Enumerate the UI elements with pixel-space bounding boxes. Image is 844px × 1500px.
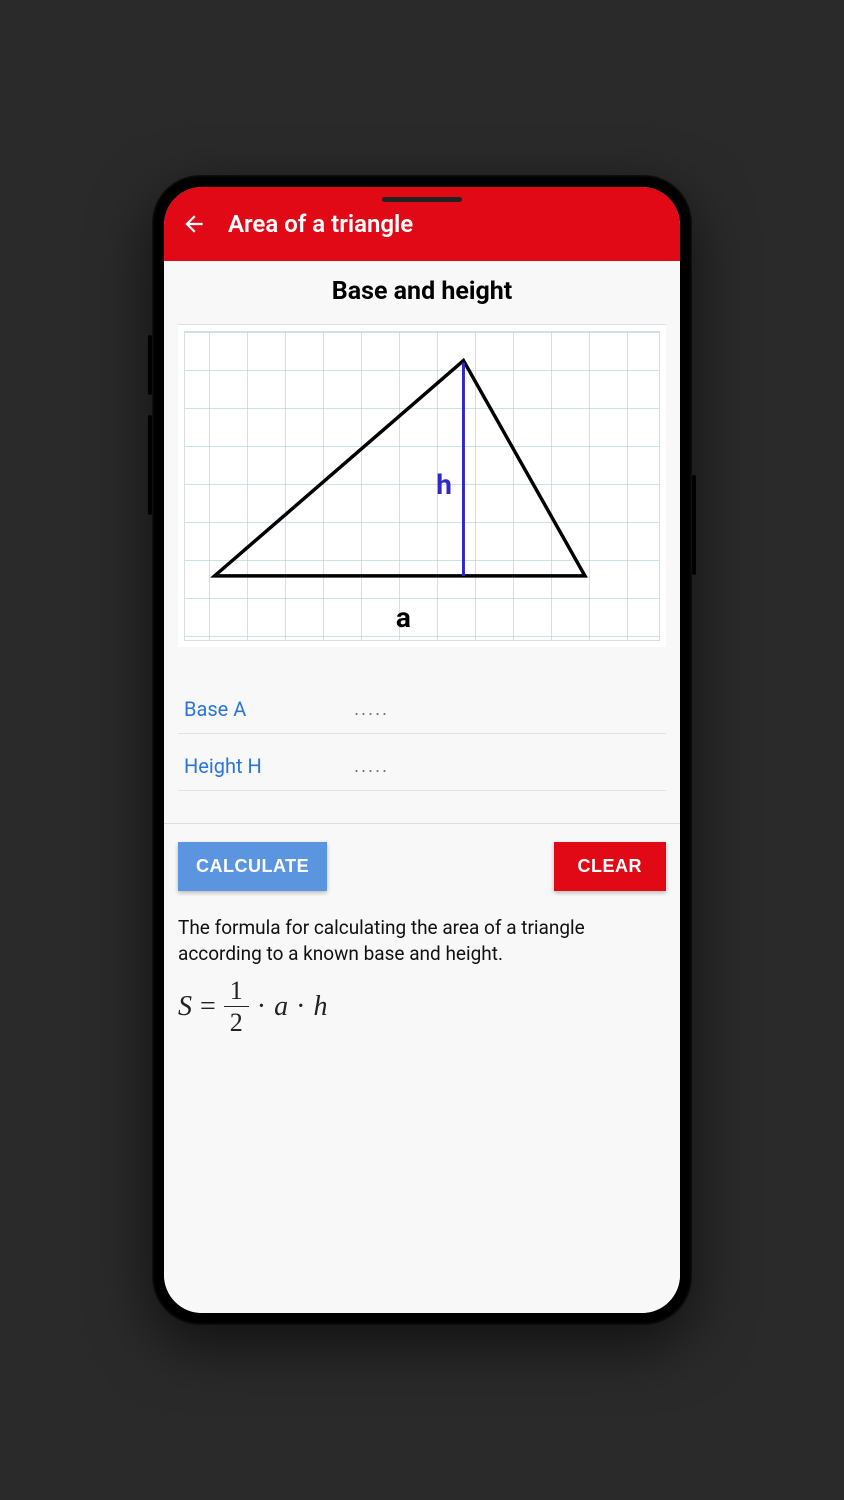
triangle-svg: [185, 332, 659, 640]
phone-speaker: [382, 197, 462, 202]
phone-frame: Area of a triangle Base and height h a B…: [152, 175, 692, 1325]
height-input[interactable]: [354, 756, 654, 777]
side-button: [148, 415, 152, 515]
back-button[interactable]: [178, 208, 210, 240]
formula-fraction: 1 2: [224, 978, 249, 1036]
action-buttons: CALCULATE CLEAR: [164, 824, 680, 905]
formula-description: The formula for calculating the area of …: [178, 915, 666, 966]
calculate-button[interactable]: CALCULATE: [178, 842, 327, 891]
base-label: Base A: [184, 697, 334, 721]
side-button: [148, 335, 152, 395]
back-arrow-icon: [181, 211, 207, 237]
height-label: Height H: [184, 754, 334, 778]
formula-display: S = 1 2 · a · h: [178, 978, 666, 1036]
input-row-base: Base A: [178, 677, 666, 734]
diagram-container: h a: [178, 324, 666, 647]
page-title: Area of a triangle: [228, 210, 413, 238]
formula-denominator: 2: [230, 1007, 243, 1036]
side-button: [692, 475, 696, 575]
diagram-label-h: h: [436, 468, 452, 501]
app-screen: Area of a triangle Base and height h a B…: [164, 187, 680, 1313]
clear-button[interactable]: CLEAR: [554, 842, 667, 891]
input-section: Base A Height H: [164, 677, 680, 791]
base-input[interactable]: [354, 699, 654, 720]
formula-h: h: [313, 991, 327, 1023]
diagram-label-a: a: [396, 601, 411, 634]
formula-a: a: [274, 991, 288, 1023]
content-area: Base and height h a Base A Height: [164, 261, 680, 1313]
triangle-diagram: h a: [184, 331, 660, 641]
formula-dot: ·: [296, 991, 305, 1023]
formula-dot: ·: [257, 991, 266, 1023]
input-row-height: Height H: [178, 734, 666, 791]
section-title: Base and height: [164, 277, 680, 306]
formula-S: S: [178, 991, 192, 1023]
formula-eq: =: [200, 991, 216, 1023]
formula-numerator: 1: [224, 978, 249, 1007]
